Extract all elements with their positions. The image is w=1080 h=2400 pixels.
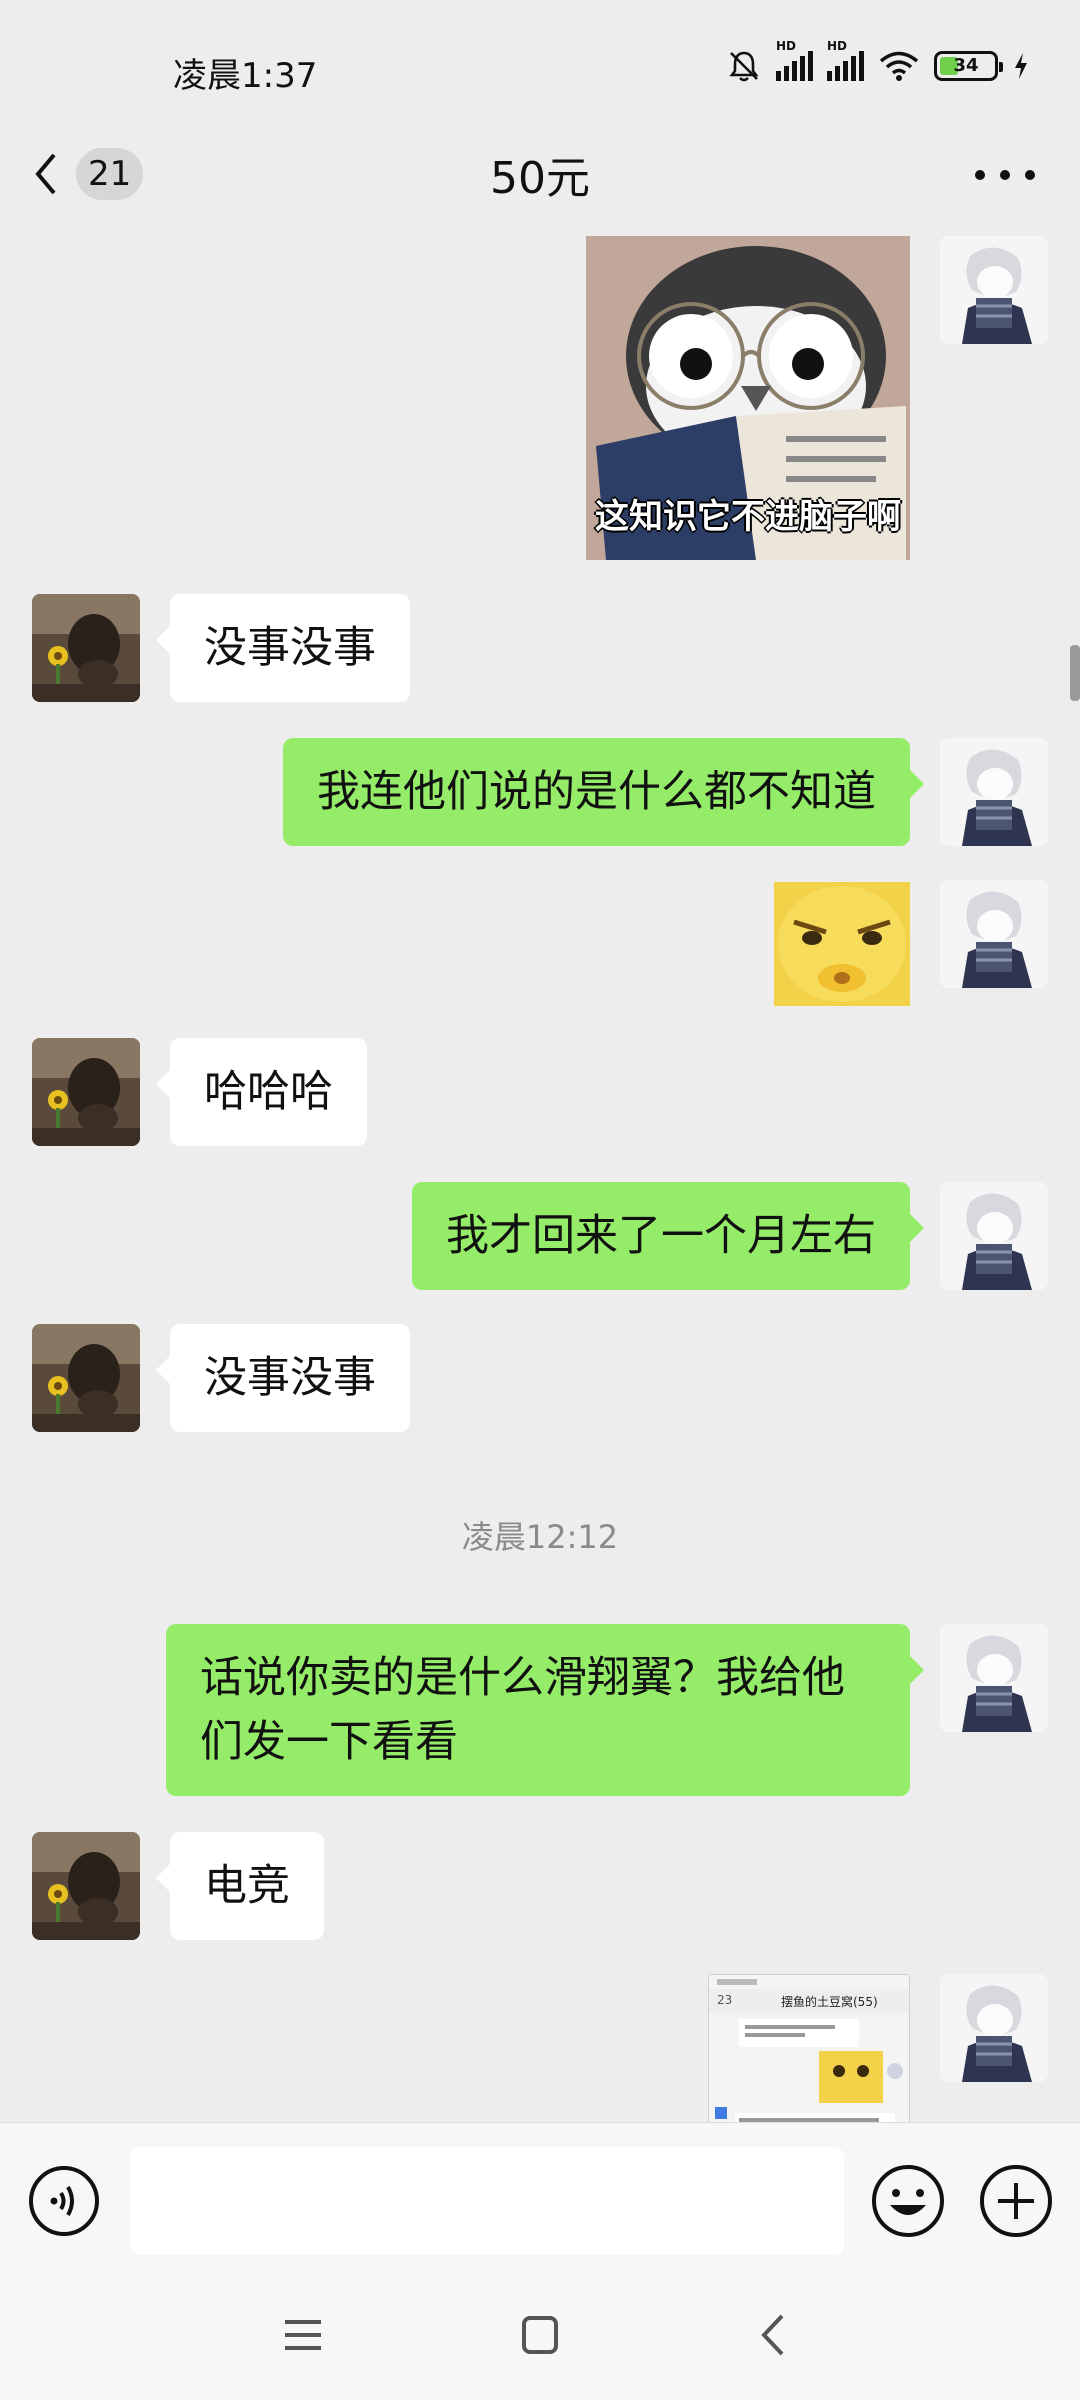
message-bubble-outgoing[interactable]: 我连他们说的是什么都不知道 — [283, 738, 924, 846]
friend-avatar[interactable] — [32, 594, 140, 702]
chat-header: 21 50元 — [0, 120, 1080, 232]
scrollbar-thumb[interactable] — [1070, 645, 1080, 701]
plus-icon[interactable] — [978, 2163, 1054, 2239]
wifi-icon — [879, 51, 919, 81]
my-avatar[interactable] — [940, 1624, 1048, 1732]
friend-avatar[interactable] — [32, 1038, 140, 1146]
message-input[interactable] — [130, 2147, 844, 2255]
friend-avatar[interactable] — [32, 1324, 140, 1432]
emoji-icon[interactable] — [870, 2163, 946, 2239]
status-time: 凌晨1:37 — [173, 56, 318, 96]
my-avatar[interactable] — [940, 1182, 1048, 1290]
more-dots-icon[interactable] — [970, 160, 1040, 190]
my-avatar[interactable] — [940, 880, 1048, 988]
message-line: 话说你卖的是什么滑翔翼？我给他 — [200, 1653, 845, 1703]
signal-hd-label: HD — [776, 39, 797, 53]
message-bubble-outgoing[interactable]: 我才回来了一个月左右 — [412, 1182, 924, 1290]
battery-percent: 34 — [953, 55, 979, 76]
menu-icon[interactable] — [273, 2310, 333, 2360]
message-bubble-outgoing[interactable]: 话说你卖的是什么滑翔翼？我给他 们发一下看看 — [166, 1624, 924, 1796]
voice-icon[interactable] — [28, 2165, 100, 2237]
status-icons: HD HD 34 — [726, 39, 1030, 84]
home-icon[interactable] — [510, 2310, 570, 2360]
input-bar — [0, 2122, 1080, 2272]
yellow-face-sticker[interactable] — [774, 882, 910, 1006]
thumb-unread-count: 23 — [717, 1993, 733, 2007]
message-bubble-incoming[interactable]: 电竞 — [156, 1832, 324, 1940]
status-bar: 凌晨1:37 HD HD 34 — [0, 0, 1080, 140]
friend-avatar[interactable] — [32, 1832, 140, 1940]
sticker-caption: 这知识它不进脑子啊 — [595, 497, 901, 537]
screenshot-thumbnail[interactable]: 23 摆鱼的土豆窝(55) — [708, 1974, 910, 2122]
message-bubble-incoming[interactable]: 没事没事 — [156, 1324, 410, 1432]
chat-title: 50元 — [490, 153, 590, 204]
system-nav-bar — [0, 2272, 1080, 2400]
message-list[interactable]: 这知识它不进脑子啊 没事没事 我连他们说的是什么都不知道 哈哈哈 我才回来了一个… — [0, 232, 1080, 2122]
message-bubble-incoming[interactable]: 哈哈哈 — [156, 1038, 367, 1146]
charging-icon — [1015, 53, 1027, 79]
message-line: 们发一下看看 — [200, 1717, 458, 1767]
signal-icon: HD — [776, 39, 813, 81]
battery-icon: 34 — [934, 51, 1003, 81]
penguin-glasses-sticker[interactable]: 这知识它不进脑子啊 — [586, 236, 910, 560]
signal-hd-label: HD — [827, 39, 848, 53]
chat-screen: 凌晨1:37 HD HD 34 21 50元 这知识它不进脑子啊 没事没事 我连… — [0, 0, 1080, 2400]
thumb-title: 摆鱼的土豆窝(55) — [781, 1995, 878, 2009]
time-divider: 凌晨12:12 — [461, 1518, 619, 1556]
back-icon[interactable] — [744, 2310, 804, 2360]
bell-muted-icon — [729, 51, 759, 82]
my-avatar[interactable] — [940, 236, 1048, 344]
my-avatar[interactable] — [940, 738, 1048, 846]
message-bubble-incoming[interactable]: 没事没事 — [156, 594, 410, 702]
signal-icon: HD — [827, 39, 864, 81]
my-avatar[interactable] — [940, 1974, 1048, 2082]
